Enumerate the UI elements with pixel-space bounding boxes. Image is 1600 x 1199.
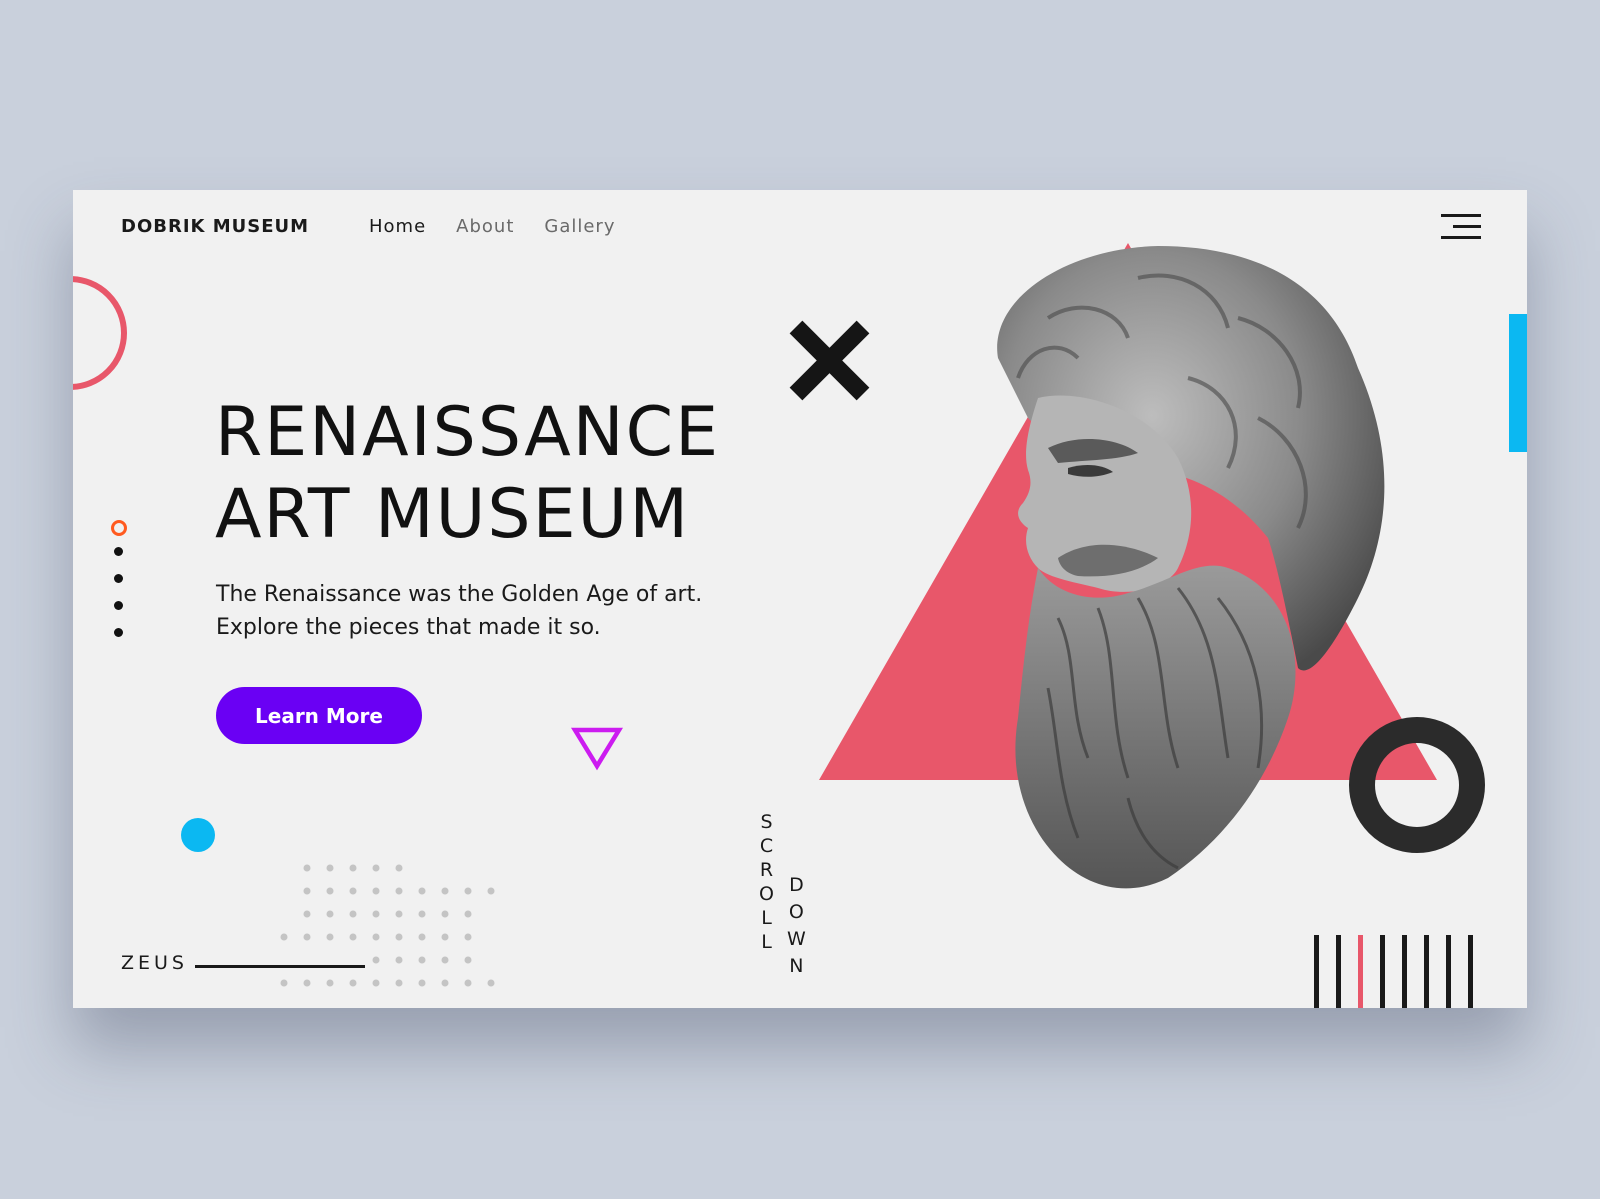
scroll-letter: L xyxy=(761,907,772,929)
scroll-letter: R xyxy=(759,859,774,881)
barcode-lines xyxy=(1314,935,1473,1008)
scroll-down-hint[interactable]: S C R O L L D O W N xyxy=(759,810,815,980)
down-letter: W xyxy=(787,928,806,950)
down-triangle-icon xyxy=(570,727,624,771)
hero-card: DOBRIK MUSEUM Home About Gallery RENAISS… xyxy=(73,190,1527,1008)
side-accent-bar xyxy=(1509,314,1527,452)
scroll-letter: C xyxy=(759,835,774,857)
zeus-statue-image xyxy=(997,246,1385,889)
scroll-letter: L xyxy=(761,931,772,953)
x-cross-icon xyxy=(789,320,870,401)
down-letter: D xyxy=(789,874,804,896)
scroll-letter: O xyxy=(759,883,774,905)
down-word: D O W N xyxy=(787,872,806,980)
down-letter: O xyxy=(788,901,804,923)
scroll-word: S C R O L L xyxy=(759,810,774,954)
scroll-letter: S xyxy=(760,811,773,833)
down-letter: N xyxy=(789,955,804,977)
